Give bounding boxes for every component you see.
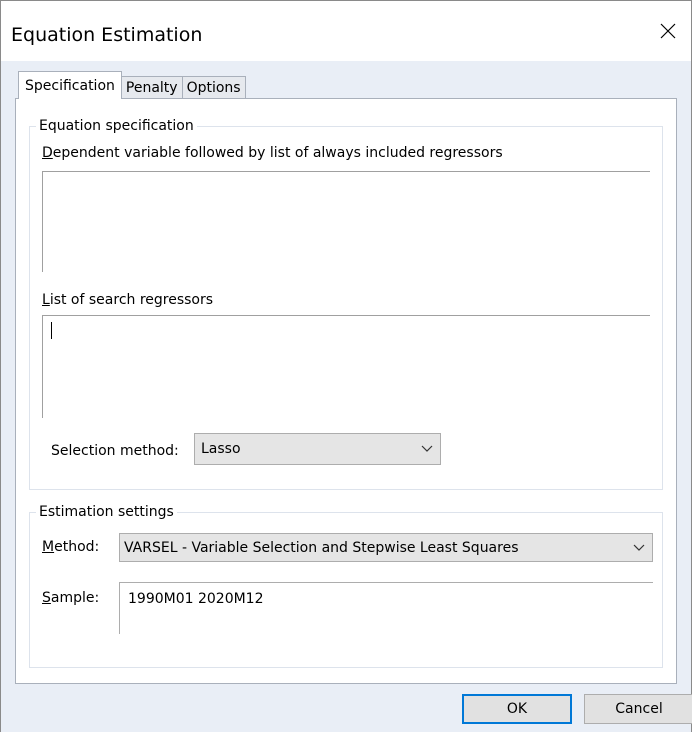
equation-specification-legend: Equation specification bbox=[39, 118, 194, 134]
sample-label: Sample: bbox=[42, 590, 99, 606]
equation-estimation-dialog: Equation Estimation Specification Penalt… bbox=[0, 0, 692, 732]
tab-strip: Specification Penalty Options bbox=[18, 71, 246, 99]
sample-label-text: ample: bbox=[50, 590, 100, 606]
text-caret bbox=[51, 322, 52, 339]
method-accesskey: M bbox=[42, 539, 55, 555]
cancel-button[interactable]: Cancel bbox=[584, 694, 692, 724]
close-button[interactable] bbox=[645, 11, 691, 51]
title-bar: Equation Estimation bbox=[1, 1, 691, 61]
dependent-variable-input[interactable] bbox=[42, 171, 650, 272]
tab-options[interactable]: Options bbox=[181, 76, 246, 99]
tab-specification[interactable]: Specification bbox=[18, 71, 122, 99]
ok-button[interactable]: OK bbox=[462, 694, 572, 724]
dependent-variable-label: Dependent variable followed by list of a… bbox=[42, 145, 503, 161]
close-icon bbox=[660, 23, 676, 39]
search-regressors-label: List of search regressors bbox=[42, 292, 213, 308]
sample-input[interactable]: 1990M01 2020M12 bbox=[119, 582, 653, 634]
method-dropdown[interactable]: VARSEL - Variable Selection and Stepwise… bbox=[119, 533, 653, 562]
selection-method-label: Selection method: bbox=[51, 443, 179, 459]
search-regressors-label-text: ist of search regressors bbox=[49, 292, 214, 308]
search-regressors-accesskey: L bbox=[42, 292, 50, 308]
sample-accesskey: S bbox=[42, 590, 51, 606]
method-label: Method: bbox=[42, 539, 99, 555]
chevron-down-icon bbox=[626, 534, 652, 561]
estimation-settings-legend: Estimation settings bbox=[39, 504, 174, 520]
dialog-body: Specification Penalty Options Equation s… bbox=[1, 61, 692, 732]
method-value: VARSEL - Variable Selection and Stepwise… bbox=[124, 539, 519, 556]
dependent-variable-label-text: ependent variable followed by list of al… bbox=[52, 145, 503, 161]
dependent-variable-accesskey: D bbox=[42, 145, 53, 161]
tab-penalty[interactable]: Penalty bbox=[120, 76, 183, 99]
chevron-down-icon bbox=[414, 434, 440, 464]
specification-panel: Equation specification Dependent variabl… bbox=[15, 98, 677, 684]
selection-method-value: Lasso bbox=[201, 441, 241, 457]
dialog-title: Equation Estimation bbox=[11, 24, 203, 46]
search-regressors-input[interactable] bbox=[42, 315, 650, 418]
method-label-text: ethod: bbox=[54, 539, 100, 555]
selection-method-dropdown[interactable]: Lasso bbox=[194, 433, 441, 465]
